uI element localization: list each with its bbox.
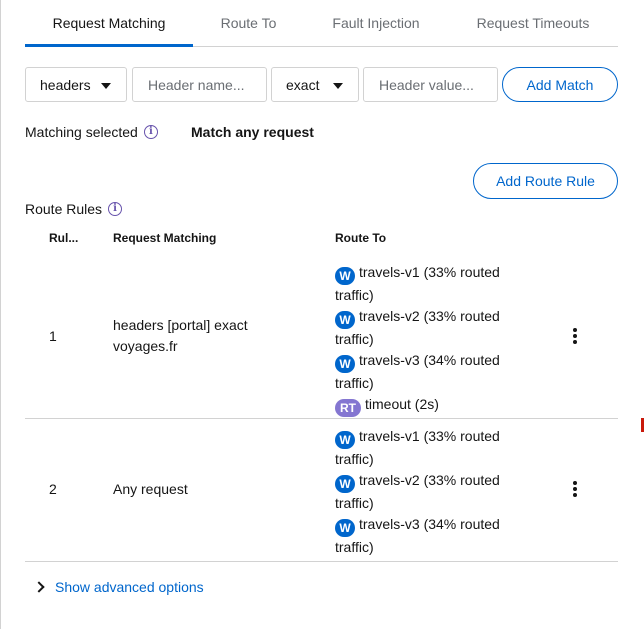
advanced-options-label: Show advanced options xyxy=(55,579,204,595)
add-route-rule-button[interactable]: Add Route Rule xyxy=(473,163,618,199)
route-item: Wtravels-v3 (34% routed traffic) xyxy=(335,514,515,558)
route-text: travels-v1 (33% routed traffic) xyxy=(335,264,500,303)
route-item: Wtravels-v2 (33% routed traffic) xyxy=(335,470,515,514)
match-type-value: headers xyxy=(40,76,91,93)
info-icon[interactable]: i xyxy=(143,125,158,139)
table-header: Rul... Request Matching Route To xyxy=(25,229,618,249)
match-type-select[interactable]: headers xyxy=(25,67,127,102)
table-row: 2 Any request Wtravels-v1 (33% routed tr… xyxy=(25,419,618,562)
caret-down-icon xyxy=(333,83,343,89)
info-icon[interactable]: i xyxy=(108,202,123,216)
route-text: travels-v1 (33% routed traffic) xyxy=(335,428,500,467)
column-header-rule[interactable]: Rul... xyxy=(49,231,78,245)
matching-selected-text: Matching selected xyxy=(25,124,138,140)
row-actions-kebab-icon[interactable] xyxy=(565,326,585,346)
rule-route-to: Wtravels-v1 (33% routed traffic) Wtravel… xyxy=(335,262,515,417)
row-actions-kebab-icon[interactable] xyxy=(565,479,585,499)
route-text: timeout (2s) xyxy=(365,396,439,412)
route-text: travels-v2 (33% routed traffic) xyxy=(335,308,500,347)
tab-route-to[interactable]: Route To xyxy=(193,0,304,46)
table-row: 1 headers [portal] exact voyages.fr Wtra… xyxy=(25,257,618,419)
route-item: Wtravels-v2 (33% routed traffic) xyxy=(335,306,515,350)
tab-bar: Request Matching Route To Fault Injectio… xyxy=(25,0,618,47)
rule-route-to: Wtravels-v1 (33% routed traffic) Wtravel… xyxy=(335,426,515,558)
header-name-input[interactable] xyxy=(132,67,267,102)
workload-badge: W xyxy=(335,475,355,493)
route-text: travels-v3 (34% routed traffic) xyxy=(335,516,500,555)
add-match-button[interactable]: Add Match xyxy=(502,67,618,102)
header-value-input[interactable] xyxy=(363,67,498,102)
route-text: travels-v2 (33% routed traffic) xyxy=(335,472,500,511)
rule-number: 2 xyxy=(49,481,57,497)
match-operator-select[interactable]: exact xyxy=(271,67,359,102)
show-advanced-options-toggle[interactable]: Show advanced options xyxy=(33,579,204,595)
match-operator-value: exact xyxy=(286,76,320,93)
route-item: Wtravels-v1 (33% routed traffic) xyxy=(335,426,515,470)
route-text: travels-v3 (34% routed traffic) xyxy=(335,352,500,391)
tab-request-matching[interactable]: Request Matching xyxy=(25,0,193,47)
workload-badge: W xyxy=(335,267,355,285)
column-header-route-to: Route To xyxy=(335,231,387,245)
route-item: Wtravels-v1 (33% routed traffic) xyxy=(335,262,515,306)
route-rules-label: Route Rules i xyxy=(25,201,123,217)
caret-down-icon xyxy=(101,83,111,89)
route-item: RT timeout (2s) xyxy=(335,394,515,417)
chevron-right-icon xyxy=(33,581,45,593)
column-header-request-matching: Request Matching xyxy=(113,231,217,245)
rule-number: 1 xyxy=(49,328,57,344)
tab-fault-injection[interactable]: Fault Injection xyxy=(304,0,448,46)
route-rules-text: Route Rules xyxy=(25,201,103,217)
matching-selected-label: Matching selected i xyxy=(25,124,158,140)
rule-request-matching: headers [portal] exact voyages.fr xyxy=(113,317,248,354)
workload-badge: W xyxy=(335,355,355,373)
tab-request-timeouts[interactable]: Request Timeouts xyxy=(448,0,618,46)
workload-badge: W xyxy=(335,431,355,449)
route-item: Wtravels-v3 (34% routed traffic) xyxy=(335,350,515,394)
route-timeout-badge: RT xyxy=(335,399,361,417)
workload-badge: W xyxy=(335,519,355,537)
workload-badge: W xyxy=(335,311,355,329)
matching-selected-value: Match any request xyxy=(191,124,314,140)
rule-request-matching: Any request xyxy=(113,481,188,497)
